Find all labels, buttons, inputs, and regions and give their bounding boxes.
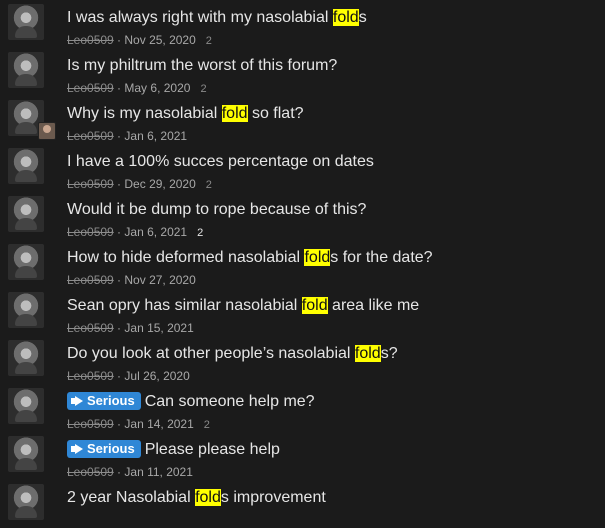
- search-highlight: fold: [354, 345, 381, 362]
- search-highlight: fold: [195, 489, 221, 506]
- thread-row[interactable]: Serious Can someone help me? Leo0509 · Ja…: [0, 384, 605, 432]
- thread-row[interactable]: Serious Please please help Leo0509 · Jan …: [0, 432, 605, 480]
- thread-title[interactable]: 2 year Nasolabial folds improvement: [67, 488, 326, 508]
- thread-meta: Leo0509 · Nov 27, 2020: [67, 273, 196, 287]
- thread-title[interactable]: Sean opry has similar nasolabial fold ar…: [67, 296, 419, 316]
- author-name[interactable]: Leo0509: [67, 129, 114, 143]
- thread-row[interactable]: 2 year Nasolabial folds improvement: [0, 480, 605, 528]
- megaphone-icon: [71, 444, 83, 454]
- thread-meta: Leo0509 · Jan 15, 2021: [67, 321, 194, 335]
- thread-row[interactable]: Sean opry has similar nasolabial fold ar…: [0, 288, 605, 336]
- search-highlight: fold: [221, 105, 248, 122]
- avatar[interactable]: [8, 388, 44, 424]
- thread-date[interactable]: Jan 6, 2021: [124, 225, 187, 239]
- thread-title[interactable]: Serious Please please help: [67, 440, 280, 460]
- reply-count: 2: [200, 83, 207, 95]
- megaphone-icon: [71, 396, 83, 406]
- author-name[interactable]: Leo0509: [67, 321, 114, 335]
- thread-meta: Leo0509 · Jan 6, 2021: [67, 129, 188, 143]
- thread-date[interactable]: Jan 15, 2021: [124, 321, 193, 335]
- serious-badge[interactable]: Serious: [67, 440, 141, 458]
- thread-row[interactable]: I have a 100% succes percentage on dates…: [0, 144, 605, 192]
- thread-title[interactable]: Why is my nasolabial fold so flat?: [67, 104, 304, 124]
- thread-meta: Leo0509 · Dec 29, 2020 2: [67, 177, 212, 191]
- avatar[interactable]: [8, 52, 44, 88]
- thread-date[interactable]: Nov 25, 2020: [124, 33, 195, 47]
- thread-date[interactable]: Dec 29, 2020: [124, 177, 195, 191]
- avatar[interactable]: [8, 196, 44, 232]
- thread-row[interactable]: I was always right with my nasolabial fo…: [0, 0, 605, 48]
- thread-date[interactable]: Jul 26, 2020: [124, 369, 189, 383]
- thread-title[interactable]: Is my philtrum the worst of this forum?: [67, 56, 337, 76]
- thread-title[interactable]: I have a 100% succes percentage on dates: [67, 152, 374, 172]
- author-name[interactable]: Leo0509: [67, 465, 114, 479]
- author-name[interactable]: Leo0509: [67, 225, 114, 239]
- reply-count: 2: [203, 419, 210, 431]
- serious-badge[interactable]: Serious: [67, 392, 141, 410]
- thread-title[interactable]: Would it be dump to rope because of this…: [67, 200, 366, 220]
- reply-count: 2: [197, 227, 204, 239]
- thread-row[interactable]: Is my philtrum the worst of this forum? …: [0, 48, 605, 96]
- thread-meta: Leo0509 · May 6, 2020 2: [67, 81, 207, 95]
- thread-meta: Leo0509 · Jan 14, 2021 2: [67, 417, 210, 431]
- author-name[interactable]: Leo0509: [67, 177, 114, 191]
- avatar[interactable]: [8, 292, 44, 328]
- reply-count: 2: [205, 179, 212, 191]
- thread-date[interactable]: May 6, 2020: [124, 81, 190, 95]
- author-name[interactable]: Leo0509: [67, 81, 114, 95]
- thread-date[interactable]: Jan 11, 2021: [124, 465, 193, 479]
- last-poster-avatar[interactable]: [38, 122, 56, 140]
- author-name[interactable]: Leo0509: [67, 369, 114, 383]
- thread-row[interactable]: Would it be dump to rope because of this…: [0, 192, 605, 240]
- avatar[interactable]: [8, 148, 44, 184]
- avatar[interactable]: [8, 244, 44, 280]
- author-name[interactable]: Leo0509: [67, 273, 114, 287]
- thread-title[interactable]: Do you look at other people’s nasolabial…: [67, 344, 398, 364]
- thread-date[interactable]: Nov 27, 2020: [124, 273, 195, 287]
- author-name[interactable]: Leo0509: [67, 33, 114, 47]
- thread-row[interactable]: How to hide deformed nasolabial folds fo…: [0, 240, 605, 288]
- reply-count: 2: [205, 35, 212, 47]
- thread-date[interactable]: Jan 6, 2021: [124, 129, 187, 143]
- thread-meta: Leo0509 · Jan 11, 2021: [67, 465, 193, 479]
- avatar[interactable]: [8, 340, 44, 376]
- thread-meta: Leo0509 · Jul 26, 2020: [67, 369, 190, 383]
- search-highlight: fold: [332, 9, 359, 26]
- thread-date[interactable]: Jan 14, 2021: [124, 417, 193, 431]
- thread-title[interactable]: I was always right with my nasolabial fo…: [67, 8, 367, 28]
- thread-meta: Leo0509 · Nov 25, 2020 2: [67, 33, 212, 47]
- thread-row[interactable]: Do you look at other people’s nasolabial…: [0, 336, 605, 384]
- thread-title[interactable]: Serious Can someone help me?: [67, 392, 315, 412]
- search-highlight: fold: [304, 249, 331, 266]
- thread-list: I was always right with my nasolabial fo…: [0, 0, 605, 528]
- search-highlight: fold: [301, 297, 328, 314]
- thread-title[interactable]: How to hide deformed nasolabial folds fo…: [67, 248, 433, 268]
- author-name[interactable]: Leo0509: [67, 417, 114, 431]
- avatar[interactable]: [8, 4, 44, 40]
- avatar[interactable]: [8, 436, 44, 472]
- thread-meta: Leo0509 · Jan 6, 2021 2: [67, 225, 204, 239]
- thread-row[interactable]: Why is my nasolabial fold so flat? Leo05…: [0, 96, 605, 144]
